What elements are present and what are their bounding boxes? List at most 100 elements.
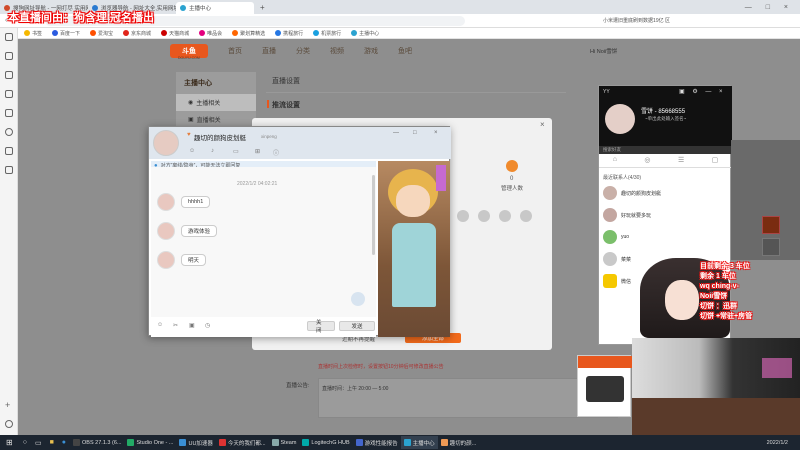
nav-item-game[interactable]: 游戏 bbox=[364, 46, 378, 56]
bookmark-item[interactable]: 主播中心 bbox=[351, 30, 379, 37]
sidebar-settings-icon[interactable] bbox=[5, 420, 13, 428]
contact-item[interactable]: 好玩就要多玩 bbox=[603, 205, 728, 225]
bookmark-item[interactable]: 百度一下 bbox=[52, 30, 80, 37]
side-tool-icon[interactable] bbox=[762, 216, 780, 234]
title-divider bbox=[266, 92, 566, 93]
sidebar-search-icon[interactable] bbox=[5, 128, 13, 136]
windows-start-icon[interactable]: ⊞ bbox=[6, 438, 13, 447]
sidebar-cart-icon[interactable] bbox=[5, 71, 13, 79]
obs-icon bbox=[73, 439, 81, 446]
contact-item[interactable]: yuo bbox=[603, 227, 728, 247]
nav-item-fishbar[interactable]: 鱼吧 bbox=[398, 46, 412, 56]
character-body bbox=[392, 223, 436, 307]
user-name[interactable]: Hi Noii雪饼 bbox=[590, 47, 617, 55]
chat-messages[interactable]: 2022/1/2 04:02:21 hhhh1 游戏体验 明天 bbox=[151, 167, 376, 317]
ad-popup[interactable] bbox=[577, 355, 632, 417]
menu-item-anchor[interactable]: ◉ 主播相关 bbox=[176, 94, 256, 111]
taskbar-item[interactable]: Steam bbox=[269, 436, 300, 449]
music-icon bbox=[218, 439, 226, 446]
sidebar-add-icon[interactable]: + bbox=[5, 400, 10, 410]
screen-tool-icon[interactable]: ▭ bbox=[233, 148, 239, 155]
yy-tab-home-icon[interactable]: ⌂ bbox=[613, 156, 617, 163]
window-controls[interactable]: — □ × bbox=[745, 4, 794, 11]
bookmark-item[interactable]: 京东商城 bbox=[123, 30, 151, 37]
yy-tab-chat-icon[interactable]: ▢ bbox=[712, 156, 719, 164]
yy-user-avatar[interactable] bbox=[605, 104, 635, 134]
quick-icon-1[interactable] bbox=[457, 210, 469, 222]
chat-close-button[interactable]: 关闭 bbox=[307, 320, 335, 334]
taskbar-item[interactable]: 主播中心 bbox=[400, 436, 438, 449]
nav-item-live[interactable]: 直播 bbox=[262, 46, 276, 56]
contact-item[interactable]: 趣切的颜狗皮划艇 bbox=[603, 183, 728, 203]
yy-tab-contact-icon[interactable]: ◎ bbox=[644, 156, 650, 164]
bookmark-item[interactable]: 携程旅行 bbox=[275, 30, 303, 37]
taskbar-item[interactable]: Studio One - ... bbox=[124, 436, 176, 449]
douyu-icon bbox=[403, 439, 411, 446]
taskbar-item[interactable]: 今天的我们都... bbox=[216, 436, 269, 449]
chat-title: 趣切的颜狗皮划艇 bbox=[194, 135, 246, 142]
star-icon bbox=[24, 30, 30, 36]
search-hint[interactable]: 小米遭旧重底刷到数据19亿 区 bbox=[603, 17, 670, 24]
voice-button-icon[interactable] bbox=[351, 292, 365, 306]
sidebar-doc-icon[interactable] bbox=[5, 109, 13, 117]
yy-user-name: 雪饼 - 85668555 bbox=[641, 109, 686, 115]
quick-icon-4[interactable] bbox=[520, 210, 532, 222]
back-icon[interactable]: ‹ bbox=[5, 17, 7, 24]
taskbar-item[interactable]: 趣切的颜... bbox=[438, 436, 480, 449]
image-icon[interactable]: ▣ bbox=[189, 322, 195, 329]
sidebar-chat-icon[interactable] bbox=[5, 147, 13, 155]
side-tool-icon[interactable] bbox=[762, 238, 780, 256]
announcement-hint: 直播时间上次检修时，设置按钮10分钟后可修改直播公告 bbox=[318, 364, 444, 370]
scissors-icon[interactable]: ✂ bbox=[173, 322, 178, 329]
nav-item-category[interactable]: 分类 bbox=[296, 46, 310, 56]
taskbar-item[interactable]: UU加速器 bbox=[176, 436, 215, 449]
avatar bbox=[157, 222, 175, 240]
modal-close-icon[interactable]: × bbox=[540, 120, 545, 129]
message-bubble: 明天 bbox=[181, 254, 207, 266]
sidebar-home-icon[interactable] bbox=[5, 33, 13, 41]
site-header: 斗鱼 首页 直播 分类 视频 游戏 鱼吧 bbox=[170, 42, 590, 60]
emoji-icon[interactable]: ☺ bbox=[157, 322, 163, 328]
announcement-box[interactable] bbox=[318, 378, 618, 418]
sidebar-star-icon[interactable] bbox=[5, 90, 13, 98]
taskbar-item[interactable]: OBS 27.1.3 (6... bbox=[70, 436, 124, 449]
edge-icon[interactable]: ● bbox=[62, 439, 66, 446]
bookmark-item[interactable]: 聚划算精选 bbox=[232, 30, 265, 37]
bookmark-item[interactable]: 书签 bbox=[24, 30, 42, 37]
yy-tab-group-icon[interactable]: ☰ bbox=[678, 156, 684, 164]
bookmark-item[interactable]: 机票旅行 bbox=[313, 30, 341, 37]
sidebar-apps-icon[interactable] bbox=[5, 52, 13, 60]
chat-scrollbar[interactable] bbox=[372, 175, 375, 255]
report-icon bbox=[355, 439, 363, 446]
nav-item-video[interactable]: 视频 bbox=[330, 46, 344, 56]
chat-win-minimize[interactable]: — bbox=[393, 130, 399, 136]
announcement-text: 直播时间：上午 20:00 — 5:00 bbox=[322, 386, 389, 392]
nav-item-home[interactable]: 首页 bbox=[228, 46, 242, 56]
history-icon[interactable]: ◷ bbox=[205, 322, 210, 329]
info-tool-icon[interactable]: ⓘ bbox=[273, 148, 279, 157]
emoji-tool-icon[interactable]: ☺ bbox=[189, 148, 195, 154]
chat-win-maximize[interactable]: □ bbox=[413, 130, 417, 136]
quick-icon-3[interactable] bbox=[499, 210, 511, 222]
bookmark-item[interactable]: 唯品会 bbox=[199, 30, 222, 37]
apps-tool-icon[interactable]: ⊞ bbox=[255, 148, 260, 155]
taskbar-item[interactable]: LogitechG HUB bbox=[299, 436, 352, 449]
avatar bbox=[603, 208, 617, 222]
yy-app-label: YY bbox=[603, 89, 610, 95]
taskbar-item[interactable]: 游戏性能报告 bbox=[353, 436, 401, 449]
mic-tool-icon[interactable]: ♪ bbox=[211, 148, 214, 154]
chat-send-button[interactable]: 发送 bbox=[339, 321, 375, 331]
task-view-icon[interactable]: ▭ bbox=[35, 439, 42, 447]
yy-window-controls[interactable]: ▣ ⚙ — × bbox=[679, 88, 726, 95]
chat-win-close[interactable]: × bbox=[434, 130, 438, 136]
sidebar-note-icon[interactable] bbox=[5, 166, 13, 174]
new-tab-button[interactable]: + bbox=[260, 3, 265, 12]
character-illustration bbox=[378, 161, 450, 337]
browser-tab-3[interactable]: 主播中心 bbox=[176, 2, 254, 14]
webcam-feed bbox=[632, 338, 800, 435]
bookmark-item[interactable]: 天猫商城 bbox=[161, 30, 189, 37]
quick-icon-2[interactable] bbox=[478, 210, 490, 222]
bookmark-item[interactable]: 爱淘宝 bbox=[90, 30, 113, 37]
taskbar-search-icon[interactable]: ○ bbox=[23, 439, 27, 446]
file-explorer-icon[interactable]: ■ bbox=[50, 439, 54, 446]
